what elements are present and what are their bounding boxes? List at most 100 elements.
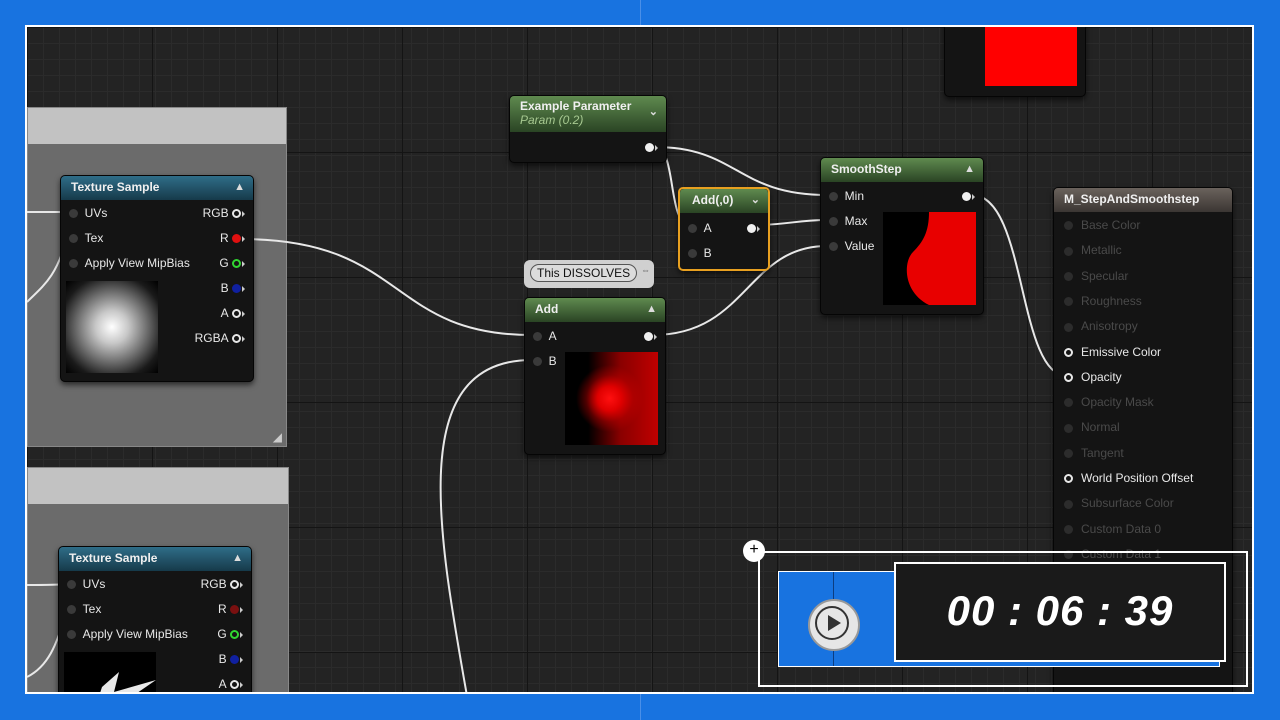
- pin-icon: [1064, 271, 1073, 281]
- collapse-chevron-icon[interactable]: ⌄: [649, 105, 658, 118]
- pin-g[interactable]: G: [217, 623, 243, 645]
- node-title: Add: [535, 302, 559, 316]
- material-graph-canvas[interactable]: ◢ Texture Sample ▲ UVs Tex Apply View Mip…: [25, 25, 1254, 694]
- node-title: Add(,0): [692, 193, 734, 207]
- pin-uvs[interactable]: UVs: [67, 573, 105, 595]
- pin-rgb[interactable]: RGB: [203, 202, 245, 224]
- pin-output[interactable]: [645, 136, 658, 158]
- comment-text: This DISSOLVES: [530, 264, 638, 282]
- pin-icon: [1064, 347, 1073, 357]
- material-pin-label: Subsurface Color: [1081, 496, 1174, 511]
- pin-tex[interactable]: Tex: [69, 227, 103, 249]
- collapse-chevron-icon[interactable]: ⌄: [751, 189, 760, 211]
- pin-apply-view-mipbias[interactable]: Apply View MipBias: [69, 252, 190, 274]
- pin-b[interactable]: B: [688, 242, 712, 264]
- pin-a[interactable]: A: [219, 673, 243, 692]
- texture-sample-node-2[interactable]: Texture Sample ▲ UVs Tex Apply View MipBi…: [58, 546, 252, 692]
- material-pin[interactable]: World Position Offset: [1064, 467, 1193, 489]
- material-pin-label: Specular: [1081, 268, 1129, 283]
- smoothstep-preview: [883, 212, 976, 305]
- material-pin[interactable]: Subsurface Color: [1064, 492, 1174, 514]
- pin-a[interactable]: A: [221, 302, 245, 324]
- material-pin-label: Opacity: [1081, 369, 1122, 384]
- node-subtitle: Param (0.2): [520, 113, 584, 127]
- node-title: Texture Sample: [71, 180, 160, 194]
- material-pin-label: Roughness: [1081, 293, 1142, 308]
- material-pin[interactable]: Normal: [1064, 416, 1120, 438]
- material-pin[interactable]: Anisotropy: [1064, 315, 1138, 337]
- material-pin[interactable]: Roughness: [1064, 290, 1142, 312]
- material-pin-label: Base Color: [1081, 218, 1141, 232]
- pin-b[interactable]: B: [533, 350, 557, 372]
- material-pin-label: Metallic: [1081, 243, 1122, 258]
- pin-b[interactable]: B: [219, 648, 243, 670]
- pin-output[interactable]: [644, 325, 657, 347]
- example-parameter-node[interactable]: Example Parameter Param (0.2) ⌄: [509, 95, 667, 163]
- node-title: SmoothStep: [831, 162, 902, 176]
- material-pin[interactable]: Custom Data 0: [1064, 518, 1161, 540]
- texture-preview-star: [64, 652, 156, 692]
- add-node[interactable]: Add ▲ A B: [524, 297, 666, 455]
- pin-r[interactable]: R: [220, 227, 245, 249]
- pin-comment-icon[interactable]: ⇔: [641, 265, 650, 275]
- material-pin-label: Tangent: [1081, 445, 1124, 460]
- pin-tex[interactable]: Tex: [67, 598, 101, 620]
- node-title: Example Parameter: [520, 99, 632, 113]
- pin-icon: [1064, 322, 1073, 332]
- collapse-chevron-icon[interactable]: ▲: [646, 298, 657, 320]
- material-pin-label: Emissive Color: [1081, 344, 1162, 359]
- texture-sample-node-1[interactable]: Texture Sample ▲ UVs Tex Apply View MipBi…: [60, 175, 254, 382]
- color-preview-swatch: [985, 27, 1077, 86]
- add-constant-node[interactable]: Add(,0) ⌄ A B: [678, 187, 770, 271]
- wire-to-add-b: [439, 359, 533, 692]
- pin-icon: [1064, 246, 1073, 256]
- pin-uvs[interactable]: UVs: [69, 202, 107, 224]
- comment-bubble[interactable]: This DISSOLVES ⇔: [524, 260, 654, 288]
- material-pin[interactable]: Opacity Mask: [1064, 391, 1154, 413]
- pin-value[interactable]: Value: [829, 235, 874, 257]
- pin-a[interactable]: A: [688, 217, 712, 239]
- material-pin-label: World Position Offset: [1081, 471, 1194, 485]
- pin-apply-view-mipbias[interactable]: Apply View MipBias: [67, 623, 188, 645]
- add-preview: [565, 352, 658, 445]
- star-shape-icon: [100, 672, 156, 692]
- material-pin-label: Custom Data 0: [1081, 521, 1162, 536]
- pin-icon: [1064, 449, 1073, 459]
- smoothstep-node[interactable]: SmoothStep ▲ Min Max Value: [820, 157, 984, 315]
- material-pin[interactable]: Emissive Color: [1064, 341, 1161, 363]
- pin-icon: [1064, 474, 1073, 484]
- pin-icon: [1064, 398, 1073, 408]
- pin-icon: [1064, 524, 1073, 534]
- pin-output[interactable]: [962, 185, 975, 207]
- collapse-chevron-icon[interactable]: ▲: [964, 158, 975, 180]
- add-plus-icon[interactable]: +: [743, 540, 765, 562]
- material-pin[interactable]: Specular: [1064, 265, 1128, 287]
- pin-max[interactable]: Max: [829, 210, 867, 232]
- pin-rgb[interactable]: RGB: [201, 573, 243, 595]
- pin-rgba[interactable]: RGBA: [195, 327, 245, 349]
- timer-display: 00 : 06 : 39: [894, 562, 1226, 662]
- pin-icon: [1064, 221, 1073, 231]
- pin-output[interactable]: [747, 217, 760, 239]
- collapse-chevron-icon[interactable]: ▲: [234, 176, 245, 198]
- node-title: Texture Sample: [69, 551, 158, 565]
- color-preview-node[interactable]: [944, 27, 1086, 97]
- pin-b[interactable]: B: [221, 277, 245, 299]
- node-title: M_StepAndSmoothstep: [1064, 192, 1200, 206]
- video-timer-overlay: 00 : 06 : 39: [758, 551, 1248, 687]
- material-pin-label: Anisotropy: [1081, 319, 1138, 334]
- pin-icon: [1064, 423, 1073, 433]
- material-pin[interactable]: Metallic: [1064, 239, 1122, 261]
- pin-a[interactable]: A: [533, 325, 557, 347]
- preview-shape: [906, 212, 976, 305]
- pin-g[interactable]: G: [219, 252, 245, 274]
- play-button[interactable]: [808, 599, 860, 651]
- material-pin-label: Normal: [1081, 420, 1120, 435]
- pin-r[interactable]: R: [218, 598, 243, 620]
- material-pin[interactable]: Tangent: [1064, 442, 1124, 464]
- material-pin[interactable]: Base Color: [1064, 214, 1140, 236]
- pin-icon: [1064, 373, 1073, 383]
- collapse-chevron-icon[interactable]: ▲: [232, 547, 243, 569]
- pin-min[interactable]: Min: [829, 185, 864, 207]
- material-pin[interactable]: Opacity: [1064, 366, 1122, 388]
